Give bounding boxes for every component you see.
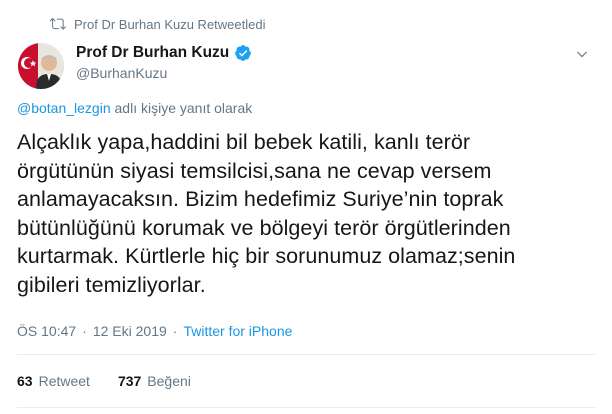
tweet-source-link[interactable]: Twitter for iPhone <box>183 323 292 339</box>
tweet-text-line: Alçaklık yapa,haddini bil bebek katili, … <box>17 130 471 154</box>
like-count: 737 <box>117 373 142 389</box>
tweet-text-line: kurtarmak. Kürtlerle hiç bir sorunumuz o… <box>17 244 516 269</box>
tweet-text-line: anlamayacaksın. Bizim hedefimiz Suriye’n… <box>17 187 504 212</box>
tweet-date[interactable]: 12 Eki 2019 <box>93 323 167 339</box>
retweet-count-link[interactable]: 63 Retweet <box>17 373 90 389</box>
tweet-text-line: bütünlüğünü korumak ve bölgeyi terör örg… <box>17 215 511 240</box>
reply-context-text: adlı kişiye yanıt olarak <box>114 100 253 116</box>
tweet-text-line: gibileri temizliyorlar. <box>17 272 206 297</box>
reply-mention-link[interactable]: @botan_lezgin <box>17 100 111 116</box>
tweet-stats: 63 Retweet 737 Beğeni <box>17 373 191 389</box>
divider <box>17 354 595 355</box>
tweet-text: Alçaklık yapa,haddini bil bebek katili, … <box>17 128 592 300</box>
verified-badge-icon <box>234 44 252 62</box>
tweet-metadata: ÖS 10:47 · 12 Eki 2019 · Twitter for iPh… <box>17 323 292 339</box>
retweet-count: 63 <box>17 373 33 389</box>
retweet-label: Retweet <box>38 373 90 389</box>
reply-context: @botan_lezgin adlı kişiye yanıt olarak <box>17 100 252 116</box>
author-name[interactable]: Prof Dr Burhan Kuzu <box>76 44 229 62</box>
like-label: Beğeni <box>147 373 191 389</box>
retweet-icon <box>50 16 66 32</box>
author-info: Prof Dr Burhan Kuzu @BurhanKuzu <box>76 44 252 81</box>
author-handle[interactable]: @BurhanKuzu <box>76 65 252 81</box>
tweet-text-line: örgütünün siyasi temsilcisi,sana ne ceva… <box>17 158 492 183</box>
chevron-down-icon[interactable] <box>574 46 590 62</box>
retweet-context: Prof Dr Burhan Kuzu Retweetledi <box>50 14 265 34</box>
avatar[interactable] <box>18 43 64 89</box>
like-count-link[interactable]: 737 Beğeni <box>118 373 191 389</box>
divider <box>17 407 595 408</box>
retweet-context-text[interactable]: Prof Dr Burhan Kuzu Retweetledi <box>74 17 265 32</box>
tweet-time[interactable]: ÖS 10:47 <box>17 323 76 339</box>
meta-separator: · <box>82 323 87 339</box>
meta-separator: · <box>172 323 178 339</box>
